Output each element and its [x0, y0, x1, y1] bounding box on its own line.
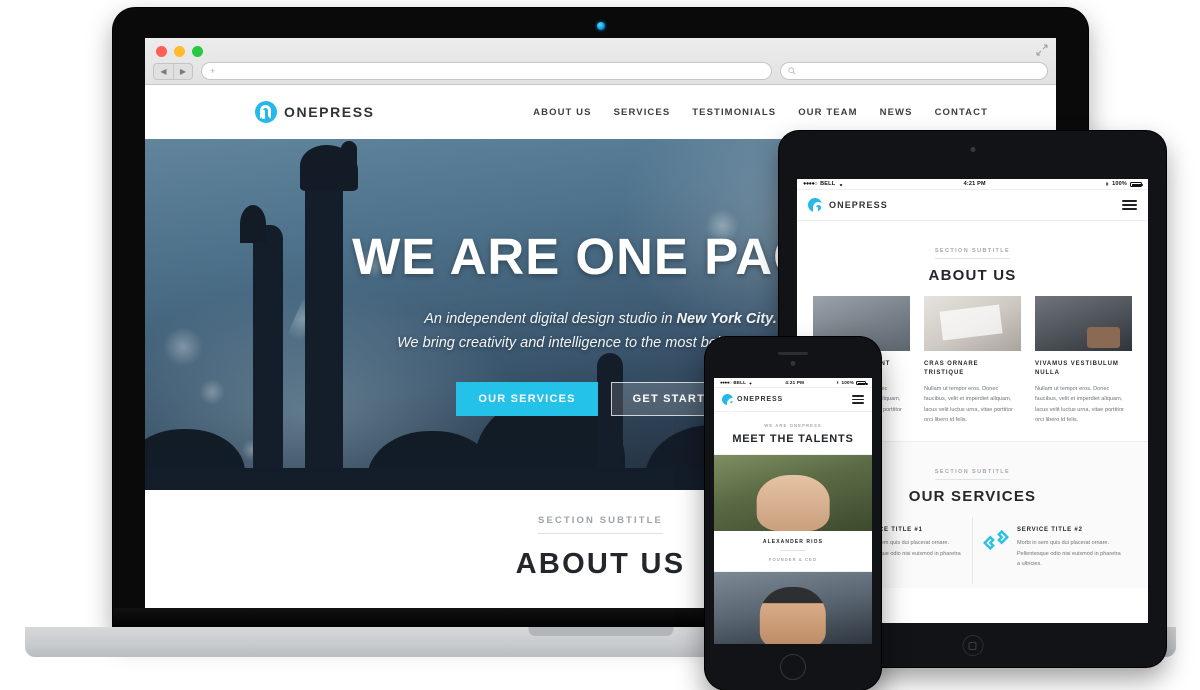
- team-member-name: ALEXANDER RIOS: [762, 539, 824, 545]
- portrait-second-member: [714, 572, 872, 644]
- battery-percent-label: 100%: [841, 380, 854, 385]
- about-card-body: Nullam ut tempor eros. Donec faucibus, v…: [924, 386, 1013, 424]
- phone-screen: ●●●●○ BELL 4:21 PM 100% ONEPRESS WE ARE …: [714, 378, 872, 644]
- carrier-label: BELL: [733, 380, 747, 385]
- main-navigation[interactable]: ABOUT US SERVICES TESTIMONIALS OUR TEAM …: [533, 107, 988, 118]
- clock-label: 4:21 PM: [785, 380, 805, 385]
- hero-subtitle-bold: New York City.: [676, 311, 777, 328]
- forward-icon[interactable]: ▶: [173, 63, 192, 79]
- search-icon: [788, 67, 796, 75]
- brand-name: ONEPRESS: [829, 200, 888, 210]
- laptop-base-notch: [528, 627, 673, 636]
- divider: [780, 550, 806, 551]
- close-window-button[interactable]: [156, 46, 167, 57]
- bluetooth-icon: [1106, 181, 1109, 187]
- team-section-title: MEET THE TALENTS: [732, 433, 854, 445]
- service-card[interactable]: SERVICE TITLE #2 Morbi in sem quis dui p…: [972, 517, 1132, 584]
- nav-item-news[interactable]: NEWS: [880, 107, 913, 118]
- about-section-subtitle: SECTION SUBTITLE: [538, 515, 663, 534]
- hamburger-menu-icon[interactable]: [852, 395, 864, 404]
- bluetooth-icon: [837, 380, 840, 385]
- portrait-alexander-rios: [714, 455, 872, 531]
- tablet-site-logo[interactable]: ONEPRESS: [808, 198, 888, 216]
- about-card-title: CRAS ORNARE TRISTIQUE: [924, 361, 979, 376]
- phone-camera-icon: [790, 361, 796, 366]
- hero-buttons: OUR SERVICES GET STARTED: [456, 381, 745, 416]
- fullscreen-icon[interactable]: [1036, 44, 1048, 56]
- browser-chrome: ◀ ▶ +: [145, 38, 1056, 85]
- onepress-logo-icon: [722, 394, 738, 412]
- hero-subtitle-line-1: An independent digital design studio in …: [397, 308, 804, 332]
- about-card-title: VIVAMUS VESTIBULUM NULLA: [1035, 361, 1119, 376]
- window-traffic-lights[interactable]: [156, 46, 203, 57]
- team-member-card[interactable]: [714, 571, 872, 644]
- browser-nav-buttons[interactable]: ◀ ▶: [153, 62, 193, 80]
- phone-home-button[interactable]: [780, 654, 806, 680]
- hero-subtitle-plain: An independent digital design studio in: [424, 311, 677, 328]
- tablet-home-button[interactable]: [962, 635, 983, 656]
- brand-name: ONEPRESS: [737, 396, 784, 403]
- tablet-camera-icon: [970, 147, 975, 152]
- our-services-button[interactable]: OUR SERVICES: [456, 381, 598, 416]
- tablet-about-heading: SECTION SUBTITLE ABOUT US: [797, 221, 1148, 296]
- about-section-title: ABOUT US: [928, 267, 1017, 284]
- office-meeting-photo: [1035, 296, 1132, 351]
- about-card[interactable]: VIVAMUS VESTIBULUM NULLA Nullam ut tempo…: [1035, 296, 1132, 425]
- phone-status-bar: ●●●●○ BELL 4:21 PM 100%: [714, 378, 872, 388]
- address-bar-input[interactable]: +: [201, 62, 772, 80]
- back-icon[interactable]: ◀: [154, 64, 173, 79]
- tablet-site-header: ONEPRESS: [797, 190, 1148, 221]
- wifi-icon: [749, 382, 752, 385]
- about-section-subtitle: SECTION SUBTITLE: [934, 248, 1011, 259]
- browser-search-input[interactable]: [780, 62, 1048, 80]
- nav-item-services[interactable]: SERVICES: [614, 107, 671, 118]
- nav-item-testimonials[interactable]: TESTIMONIALS: [692, 107, 776, 118]
- brand-name: ONEPRESS: [284, 104, 375, 120]
- battery-icon: [856, 380, 868, 385]
- phone-site-logo[interactable]: ONEPRESS: [722, 394, 784, 412]
- about-section-title: ABOUT US: [515, 547, 686, 580]
- phone-site-header: ONEPRESS: [714, 388, 872, 412]
- browser-toolbar: ◀ ▶ +: [153, 62, 1048, 80]
- responsive-devices-mockup: ◀ ▶ + ONEPRESS ABOUT US SERVICES TESTIMO…: [0, 0, 1200, 690]
- carrier-label: BELL: [820, 181, 836, 187]
- laptop-camera-icon: [596, 22, 605, 30]
- battery-percent-label: 100%: [1112, 181, 1127, 187]
- team-member-role: FOUNDER & CEO: [768, 557, 818, 562]
- nav-item-about-us[interactable]: ABOUT US: [533, 107, 591, 118]
- interlocking-squares-icon: [983, 527, 1009, 553]
- clock-label: 4:21 PM: [963, 181, 986, 187]
- phone-speaker: [778, 352, 808, 355]
- phone-device: ●●●●○ BELL 4:21 PM 100% ONEPRESS WE ARE …: [705, 337, 881, 690]
- phone-team-heading: WE ARE ONEPRESS MEET THE TALENTS: [714, 412, 872, 454]
- hero-title: WE ARE ONE PAGE: [352, 228, 849, 286]
- team-member-card[interactable]: ALEXANDER RIOS FOUNDER & CEO: [714, 454, 872, 571]
- nav-item-contact[interactable]: CONTACT: [935, 107, 988, 118]
- minimize-window-button[interactable]: [174, 46, 185, 57]
- about-card-body: Nullam ut tempor eros. Donec faucibus, v…: [1035, 386, 1124, 424]
- service-body: Morbi in sem quis dui placerat ornare. P…: [1017, 540, 1121, 568]
- nav-item-our-team[interactable]: OUR TEAM: [798, 107, 857, 118]
- tablet-status-bar: ●●●●○ BELL 4:21 PM 100%: [797, 179, 1148, 190]
- signal-strength-icon: ●●●●○: [803, 181, 818, 187]
- hamburger-menu-icon[interactable]: [1122, 199, 1137, 211]
- site-logo[interactable]: ONEPRESS: [255, 101, 375, 123]
- zoom-window-button[interactable]: [192, 46, 203, 57]
- onepress-logo-icon: [255, 101, 277, 123]
- address-bar-value: +: [210, 66, 216, 76]
- wifi-icon: [839, 183, 843, 186]
- desk-design-photo: [924, 296, 1021, 351]
- onepress-logo-icon: [808, 198, 824, 216]
- service-title: SERVICE TITLE #2: [1017, 527, 1083, 534]
- about-card[interactable]: CRAS ORNARE TRISTIQUE Nullam ut tempor e…: [924, 296, 1021, 425]
- signal-strength-icon: ●●●●○: [720, 380, 732, 385]
- team-section-subtitle: WE ARE ONEPRESS: [764, 423, 822, 428]
- battery-icon: [1129, 181, 1144, 187]
- services-section-subtitle: SECTION SUBTITLE: [934, 469, 1011, 481]
